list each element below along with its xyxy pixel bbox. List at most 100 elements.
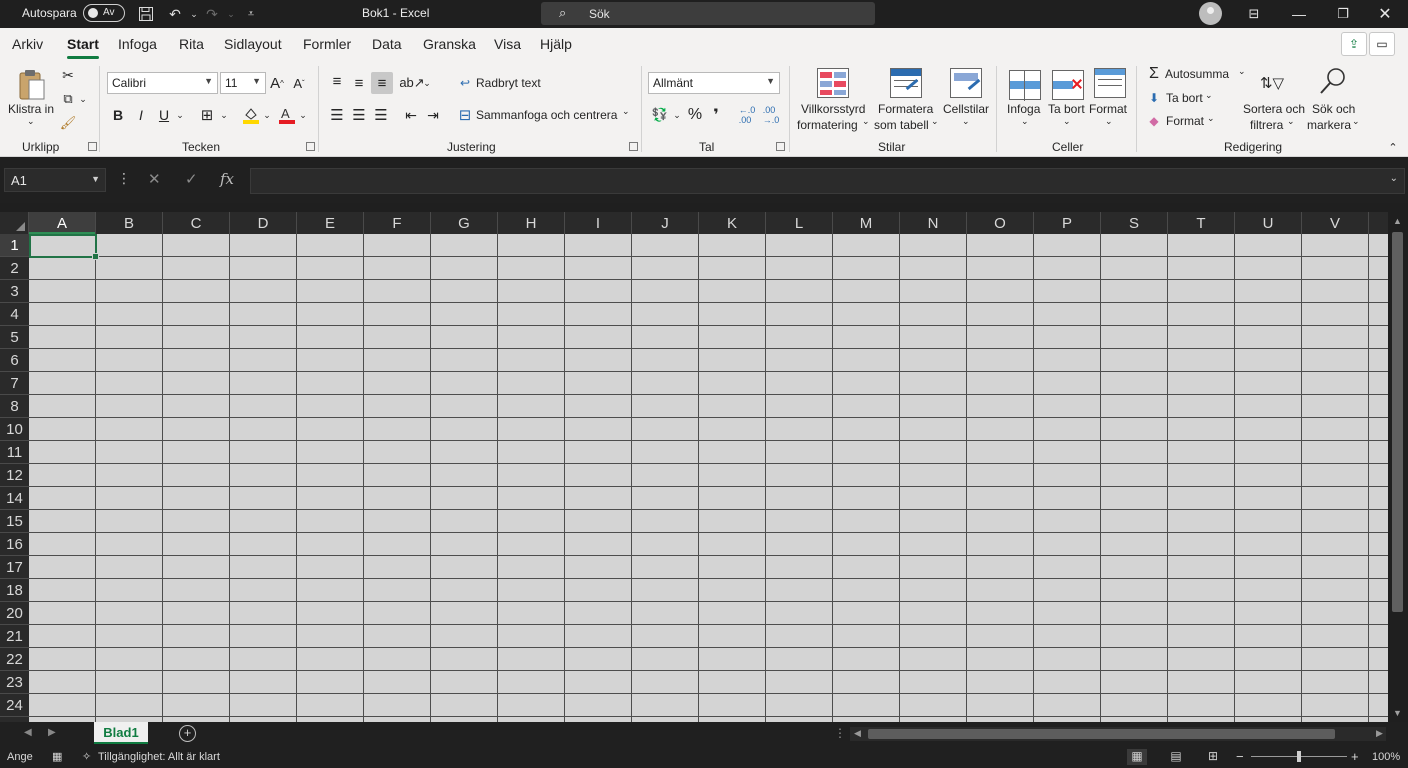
sort-filter-label[interactable]: filtrera	[1250, 118, 1283, 132]
share-icon[interactable]: ⇪	[1341, 32, 1367, 56]
font-name-select[interactable]: Calibri ▼	[107, 72, 218, 94]
tab-granska[interactable]: Granska	[423, 36, 476, 52]
add-sheet-icon[interactable]: +	[179, 725, 196, 742]
sort-filter-button[interactable]: Sortera och	[1243, 102, 1305, 116]
accessibility-status[interactable]: Tillgänglighet: Allt är klart	[98, 751, 220, 763]
column-header[interactable]: B	[96, 212, 163, 234]
delete-cells-icon[interactable]	[1052, 70, 1084, 100]
tab-infoga[interactable]: Infoga	[118, 36, 157, 52]
find-select-icon[interactable]	[1316, 64, 1350, 98]
name-box[interactable]: A1 ▼	[4, 168, 106, 192]
row-header[interactable]: 3	[0, 280, 29, 303]
tab-hjalp[interactable]: Hjälp	[540, 36, 572, 52]
italic-button[interactable]: I	[131, 104, 151, 126]
decrease-indent-icon[interactable]: ⇤	[401, 104, 421, 126]
column-header[interactable]: L	[766, 212, 833, 234]
row-header[interactable]: 7	[0, 372, 29, 395]
alignment-launcher-icon[interactable]	[629, 142, 638, 151]
normal-view-icon[interactable]: ▦	[1127, 749, 1147, 765]
row-header[interactable]: 4	[0, 303, 29, 326]
row-header[interactable]: 2	[0, 257, 29, 280]
chevron-down-icon[interactable]: ⌄	[962, 116, 970, 127]
number-format-select[interactable]: Allmänt ▼	[648, 72, 780, 94]
column-header[interactable]: E	[297, 212, 364, 234]
column-header[interactable]: P	[1034, 212, 1101, 234]
chevron-down-icon[interactable]: ⌄	[862, 116, 870, 127]
tab-sidlayout[interactable]: Sidlayout	[224, 36, 282, 52]
chevron-down-icon[interactable]: ⌄	[931, 116, 939, 127]
format-cells-button[interactable]: Format	[1089, 102, 1127, 116]
row-header[interactable]: 11	[0, 441, 29, 464]
tab-visa[interactable]: Visa	[494, 36, 521, 52]
scroll-down-icon[interactable]: ▼	[1393, 708, 1402, 718]
tab-arkiv[interactable]: Arkiv	[12, 36, 43, 52]
orientation-dropdown-icon[interactable]: ⌄	[422, 72, 432, 94]
column-header[interactable]: V	[1302, 212, 1369, 234]
row-header[interactable]: 18	[0, 579, 29, 602]
bold-button[interactable]: B	[108, 104, 128, 126]
redo-dropdown-icon[interactable]: ⌄	[221, 4, 241, 24]
copy-dropdown-icon[interactable]: ⌄	[78, 90, 88, 108]
cancel-icon[interactable]: ✕	[148, 170, 161, 188]
column-header[interactable]: F	[364, 212, 431, 234]
next-sheet-icon[interactable]: ▶	[48, 727, 56, 738]
select-all-button[interactable]	[0, 212, 29, 234]
fill-color-icon[interactable]	[240, 104, 262, 126]
fill-button[interactable]: Ta bort	[1166, 91, 1203, 105]
comma-style-button[interactable]: ❜	[709, 104, 723, 126]
merge-center-button[interactable]: Sammanfoga och centrera	[476, 108, 617, 122]
font-color-icon[interactable]: A	[276, 104, 298, 126]
align-bottom-icon[interactable]: ≡	[371, 72, 393, 94]
conditional-formatting-button[interactable]: Villkorsstyrd	[801, 102, 865, 116]
column-header[interactable]: H	[498, 212, 565, 234]
column-header[interactable]: C	[163, 212, 230, 234]
sheet-tab-blad1[interactable]: Blad1	[94, 722, 148, 744]
column-header[interactable]: D	[230, 212, 297, 234]
accessibility-icon[interactable]: ✧	[82, 750, 91, 763]
horizontal-scroll-thumb[interactable]	[868, 729, 1335, 739]
row-header[interactable]: 8	[0, 395, 29, 418]
selected-cell[interactable]	[29, 234, 99, 260]
column-header[interactable]: I	[565, 212, 632, 234]
formula-input[interactable]: ⌄	[250, 168, 1405, 194]
insert-cells-icon[interactable]	[1009, 70, 1041, 101]
row-header[interactable]: 14	[0, 487, 29, 510]
number-launcher-icon[interactable]	[776, 142, 785, 151]
copy-icon[interactable]: ⧉	[58, 90, 78, 108]
column-header[interactable]: K	[699, 212, 766, 234]
borders-dropdown-icon[interactable]: ⌄	[219, 104, 229, 126]
format-as-table-button[interactable]: Formatera	[878, 102, 933, 116]
zoom-level[interactable]: 100%	[1372, 751, 1400, 763]
row-header[interactable]: 24	[0, 694, 29, 717]
macro-record-icon[interactable]: ▦	[52, 750, 62, 763]
row-header[interactable]: 5	[0, 326, 29, 349]
paste-button[interactable]: Klistra in	[8, 102, 54, 116]
format-cells-icon[interactable]	[1094, 68, 1126, 98]
cell-area[interactable]	[29, 234, 1388, 722]
minimize-icon[interactable]: —	[1276, 0, 1322, 28]
tab-rita[interactable]: Rita	[179, 36, 204, 52]
align-top-icon[interactable]: ≡	[327, 70, 347, 92]
underline-dropdown-icon[interactable]: ⌄	[175, 104, 185, 126]
chevron-down-icon[interactable]: ⌄	[1238, 66, 1246, 77]
more-options-icon[interactable]: ⋮	[117, 170, 131, 187]
row-header[interactable]: 16	[0, 533, 29, 556]
percent-button[interactable]: %	[686, 104, 704, 126]
align-center-icon[interactable]: ☰	[349, 104, 369, 126]
font-color-dropdown-icon[interactable]: ⌄	[298, 104, 308, 126]
row-header[interactable]: 15	[0, 510, 29, 533]
column-header[interactable]: N	[900, 212, 967, 234]
delete-cells-button[interactable]: Ta bort	[1048, 102, 1085, 116]
vertical-scroll-thumb[interactable]	[1392, 232, 1403, 612]
format-painter-icon[interactable]: 🖌	[58, 114, 78, 132]
chevron-down-icon[interactable]: ⌄	[1063, 116, 1071, 127]
align-left-icon[interactable]: ☰	[327, 104, 347, 126]
save-icon[interactable]	[136, 4, 156, 24]
conditional-formatting-label[interactable]: formatering	[797, 118, 858, 132]
page-break-view-icon[interactable]: ⊞	[1203, 749, 1223, 765]
autosave-toggle[interactable]: Av	[83, 4, 125, 22]
clear-icon[interactable]: ◆	[1147, 112, 1161, 130]
restore-icon[interactable]: ❐	[1320, 0, 1366, 28]
previous-sheet-icon[interactable]: ◀	[24, 727, 32, 738]
row-header[interactable]: 12	[0, 464, 29, 487]
